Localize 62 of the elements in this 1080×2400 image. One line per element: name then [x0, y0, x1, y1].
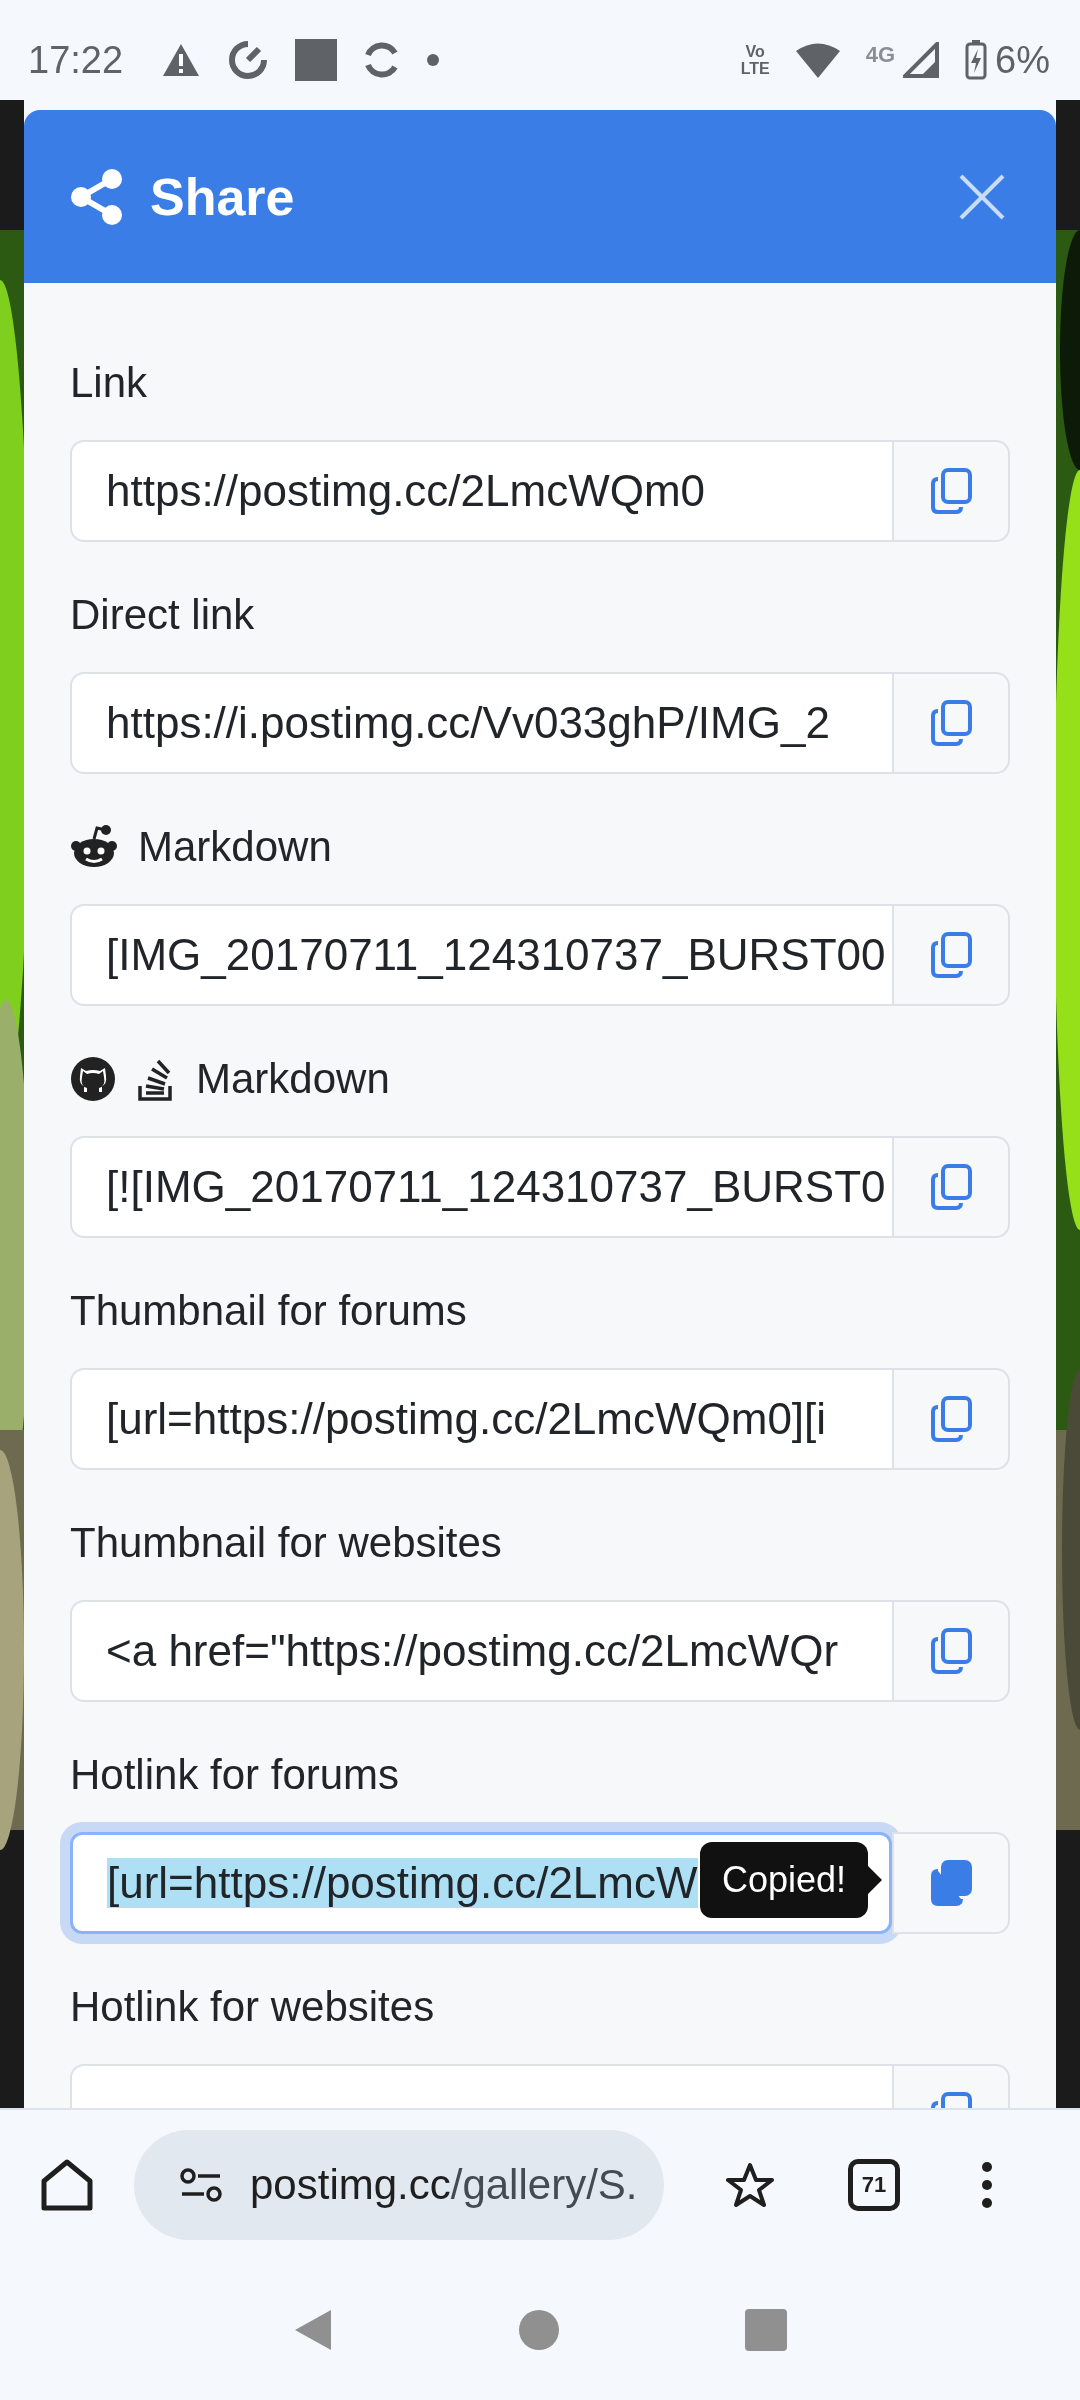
home-circle-icon[interactable]: [519, 2310, 559, 2350]
copy-icon: [929, 931, 973, 979]
field-label: Hotlink for websites: [70, 1983, 435, 2031]
dot-icon: [427, 54, 440, 66]
signal-icon: [903, 42, 940, 78]
copy-button[interactable]: [892, 440, 1010, 542]
copy-button[interactable]: [892, 904, 1010, 1006]
dialog-title: Share: [150, 166, 295, 227]
field-label: Markdown: [196, 1055, 390, 1103]
copy-button[interactable]: [892, 1368, 1010, 1470]
copy-icon: [929, 1163, 973, 1211]
battery-icon: [965, 40, 988, 80]
copy-icon: [929, 1859, 973, 1907]
volte-label: Vo: [745, 43, 765, 60]
copy-button[interactable]: [892, 672, 1010, 774]
site-settings-icon: [180, 2168, 222, 2202]
sync-icon: [227, 39, 270, 81]
field-value: <a href="https://postimg.cc/2LmcWQr: [106, 1626, 839, 1676]
field-value: [url=https://postimg.cc/2LmcW: [107, 1858, 698, 1908]
star-icon[interactable]: [726, 2162, 774, 2208]
field-value: [IMG_20170711_124310737_BURST00: [106, 930, 886, 980]
text-field[interactable]: [IMG_20170711_124310737_BURST00: [70, 904, 892, 1006]
field-label: Markdown: [138, 823, 332, 871]
home-icon[interactable]: [40, 2159, 94, 2211]
field-value: https://i.postimg.cc/Vv033ghP/IMG_2: [106, 698, 830, 748]
tooltip-pointer: [868, 1866, 883, 1894]
copy-icon: [929, 1395, 973, 1443]
copied-tooltip: Copied!: [700, 1842, 869, 1918]
network-label: 4G: [865, 42, 896, 68]
tab-count-button[interactable]: 71: [848, 2159, 900, 2211]
volte-label: LTE: [740, 60, 770, 77]
cat-icon: [70, 1056, 116, 1102]
copy-icon: [929, 1627, 973, 1675]
text-field[interactable]: <a href="https://postimg.cc/2LmcWQr: [70, 1600, 892, 1702]
close-icon[interactable]: [958, 172, 1006, 221]
address-bar[interactable]: postimg.cc/gallery/S.: [134, 2130, 664, 2240]
copy-icon: [929, 699, 973, 747]
text-field[interactable]: https://postimg.cc/2LmcWQm0: [70, 440, 892, 542]
url-text: postimg.cc/gallery/S.: [250, 2161, 638, 2209]
square-icon: [295, 39, 338, 81]
warning-icon: [161, 42, 202, 78]
alien-icon: [70, 825, 118, 869]
field-value: https://postimg.cc/2LmcWQm0: [106, 466, 706, 516]
battery-level: 6%: [995, 38, 1050, 82]
field-value: [![IMG_20170711_124310737_BURST0: [106, 1162, 886, 1212]
text-field[interactable]: [url=https://postimg.cc/2LmcWQm0][i: [70, 1368, 892, 1470]
back-icon[interactable]: [293, 2308, 333, 2352]
copy-icon: [929, 467, 973, 515]
copy-button[interactable]: [892, 1832, 1010, 1934]
status-time: 17:22: [28, 38, 124, 82]
field-label: Direct link: [70, 591, 255, 639]
text-field[interactable]: [![IMG_20170711_124310737_BURST0: [70, 1136, 892, 1238]
field-label: Thumbnail for forums: [70, 1287, 467, 1335]
field-label: Link: [70, 359, 148, 407]
text-field[interactable]: https://i.postimg.cc/Vv033ghP/IMG_2: [70, 672, 892, 774]
more-icon[interactable]: [980, 2161, 994, 2209]
copy-button[interactable]: [892, 1600, 1010, 1702]
field-label: Thumbnail for websites: [70, 1519, 502, 1567]
wifi-icon: [795, 42, 840, 78]
field-value: [url=https://postimg.cc/2LmcWQm0][i: [106, 1394, 827, 1444]
field-label: Hotlink for forums: [70, 1751, 400, 1799]
copy-button[interactable]: [892, 1136, 1010, 1238]
